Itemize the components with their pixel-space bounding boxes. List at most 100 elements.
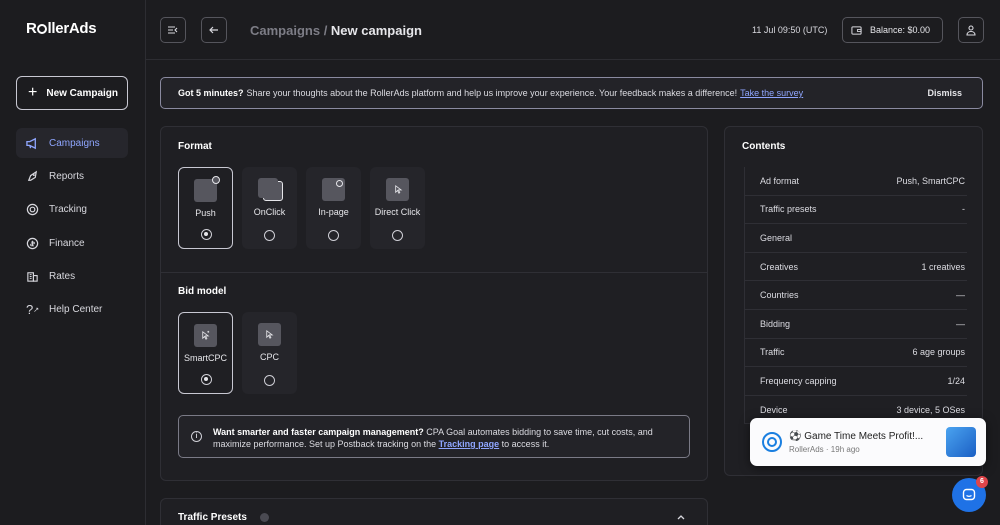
bid-radio-smartcpc[interactable] (201, 374, 212, 385)
row-value: — (956, 318, 965, 329)
bid-option-smartcpc[interactable]: SmartCPC (178, 312, 233, 394)
row-label: General (760, 232, 793, 243)
page-title: New campaign (330, 23, 422, 38)
bid-option-cpc[interactable]: CPC (242, 312, 297, 394)
toast-time: 19h ago (830, 445, 860, 454)
traffic-presets-title: Traffic Presets (178, 512, 247, 523)
toast-title: ⚽ Game Time Meets Profit!... (789, 431, 924, 442)
contents-row-ad-format[interactable]: Ad format Push, SmartCPC (745, 167, 967, 196)
onclick-icon (258, 178, 283, 201)
info-icon: i (191, 431, 202, 442)
row-value: Push, SmartCPC (896, 175, 965, 186)
help-icon[interactable] (260, 513, 269, 522)
balance-button[interactable]: Balance: $0.00 (842, 17, 943, 43)
sidebar-item-finance[interactable]: Finance (16, 228, 128, 258)
rocket-icon (26, 170, 39, 183)
wallet-icon (851, 25, 862, 35)
sidebar-item-label: Finance (49, 237, 85, 249)
contents-row-general[interactable]: General (745, 224, 967, 253)
new-campaign-label: New Campaign (46, 87, 119, 99)
sidebar-item-tracking[interactable]: Tracking (16, 195, 128, 225)
sidebar-item-help-center[interactable]: ? ↗ Help Center (16, 295, 128, 325)
coin-icon (26, 237, 39, 250)
chat-unread-badge: 6 (976, 476, 988, 488)
section-divider (161, 272, 707, 273)
row-label: Bidding (760, 318, 791, 329)
row-label: Frequency capping (760, 375, 837, 386)
format-option-in-page[interactable]: In-page (306, 167, 361, 249)
format-radio-in-page[interactable] (328, 230, 339, 241)
survey-banner: Got 5 minutes? Share your thoughts about… (160, 77, 983, 109)
breadcrumb: Campaigns / New campaign (250, 23, 422, 38)
toast-meta: RollerAds · 19h ago (789, 445, 860, 454)
row-value: 1/24 (947, 375, 965, 386)
sidebar-nav: Campaigns Reports Tracking Finance Rates… (16, 128, 128, 328)
rollerads-notification-icon (762, 432, 782, 452)
contents-title: Contents (742, 141, 786, 152)
bid-option-label: CPC (259, 352, 279, 362)
tracking-page-link[interactable]: Tracking page (439, 439, 500, 449)
toast-source: RollerAds (789, 445, 824, 454)
contents-row-traffic[interactable]: Traffic 6 age groups (745, 339, 967, 368)
user-icon (966, 25, 976, 36)
logo[interactable]: RllerAds (26, 20, 97, 37)
row-label: Creatives (760, 261, 799, 272)
building-icon (26, 270, 39, 283)
format-option-push[interactable]: Push (178, 167, 233, 249)
contents-row-creatives[interactable]: Creatives 1 creatives (745, 253, 967, 282)
plus-icon: + (28, 84, 38, 101)
breadcrumb-parent[interactable]: Campaigns (250, 23, 320, 38)
row-value: 1 creatives (921, 261, 965, 272)
sidebar-item-label: Rates (49, 271, 76, 283)
push-icon (194, 176, 220, 202)
sidebar-item-label: Tracking (49, 204, 87, 216)
contents-list: Ad format Push, SmartCPC Traffic presets -… (744, 167, 967, 425)
bid-radio-cpc[interactable] (264, 375, 275, 386)
banner-lead: Got 5 minutes? (178, 88, 244, 98)
sidebar-item-campaigns[interactable]: Campaigns (16, 128, 128, 158)
format-radio-push[interactable] (201, 229, 212, 240)
take-survey-link[interactable]: Take the survey (740, 88, 803, 98)
format-option-direct-click[interactable]: Direct Click (370, 167, 425, 249)
dismiss-button[interactable]: Dismiss (927, 88, 962, 98)
chat-icon (962, 488, 976, 501)
sidebar-item-reports[interactable]: Reports (16, 161, 128, 191)
row-label: Traffic (760, 347, 785, 358)
toast-image (946, 427, 976, 457)
breadcrumb-separator: / (320, 23, 331, 38)
info-lead: Want smarter and faster campaign managem… (213, 427, 424, 437)
smart-cursor-icon (194, 324, 217, 347)
row-value: - (962, 204, 965, 215)
contents-row-countries[interactable]: Countries — (745, 281, 967, 310)
arrow-left-icon (209, 26, 218, 34)
format-option-onclick[interactable]: OnClick (242, 167, 297, 249)
row-label: Device (760, 404, 788, 415)
sidebar-item-rates[interactable]: Rates (16, 262, 128, 292)
collapse-menu-icon (168, 26, 178, 34)
chat-launcher-button[interactable]: 6 (952, 476, 988, 512)
format-option-label: Direct Click (374, 207, 421, 217)
format-option-label: In-page (318, 207, 349, 217)
push-notification-toast[interactable]: ⚽ Game Time Meets Profit!... RollerAds ·… (750, 418, 986, 466)
top-bar: Campaigns / New campaign 11 Jul 09:50 (U… (146, 0, 1000, 60)
contents-row-traffic-presets[interactable]: Traffic presets - (745, 196, 967, 225)
row-value: 6 age groups (912, 347, 965, 358)
row-label: Ad format (760, 175, 800, 186)
bid-model-section-title: Bid model (178, 286, 227, 297)
new-campaign-button[interactable]: + New Campaign (16, 76, 128, 110)
profile-button[interactable] (958, 17, 984, 43)
format-radio-direct-click[interactable] (392, 230, 403, 241)
format-radio-onclick[interactable] (264, 230, 275, 241)
back-button[interactable] (201, 17, 227, 43)
contents-row-frequency-capping[interactable]: Frequency capping 1/24 (745, 367, 967, 396)
contents-row-bidding[interactable]: Bidding — (745, 310, 967, 339)
banner-text: Share your thoughts about the RollerAds … (246, 88, 738, 98)
megaphone-icon (26, 137, 39, 150)
traffic-presets-panel[interactable]: Traffic Presets (160, 498, 708, 525)
format-option-label: Push (195, 208, 216, 218)
sidebar-item-label: Help Center (49, 304, 103, 316)
collapse-sidebar-button[interactable] (160, 17, 186, 43)
target-icon (26, 203, 39, 216)
chevron-up-icon[interactable] (676, 512, 686, 522)
direct-click-icon (386, 178, 409, 201)
